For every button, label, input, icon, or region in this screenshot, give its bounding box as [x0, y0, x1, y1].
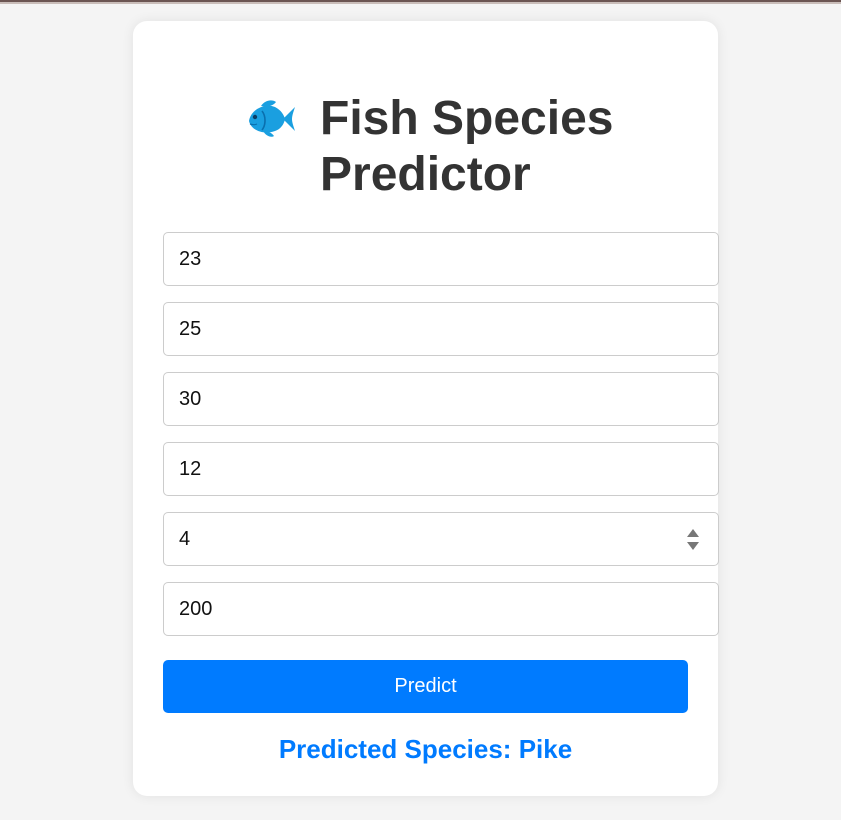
input-field-3[interactable] — [163, 372, 719, 426]
page-title: Fish Species Predictor — [320, 92, 614, 201]
number-stepper-field[interactable]: 4 — [163, 512, 719, 566]
spinner-down-icon[interactable] — [687, 542, 699, 550]
spinner-control[interactable] — [686, 528, 700, 552]
spinner-up-icon[interactable] — [687, 529, 699, 537]
number-stepper-value: 4 — [179, 528, 191, 550]
predictor-card: Fish Species Predictor 4 Predict Predict… — [133, 21, 719, 796]
prediction-result: Predicted Species: Pike — [278, 734, 573, 764]
input-field-4[interactable] — [163, 442, 719, 496]
predict-button[interactable]: Predict — [163, 660, 688, 713]
input-field-6[interactable] — [163, 582, 719, 636]
page-header: Fish Species Predictor — [133, 91, 718, 211]
input-field-2[interactable] — [163, 302, 719, 356]
fish-icon — [245, 97, 297, 141]
window-top-border — [0, 0, 841, 4]
input-field-1[interactable] — [163, 232, 719, 286]
